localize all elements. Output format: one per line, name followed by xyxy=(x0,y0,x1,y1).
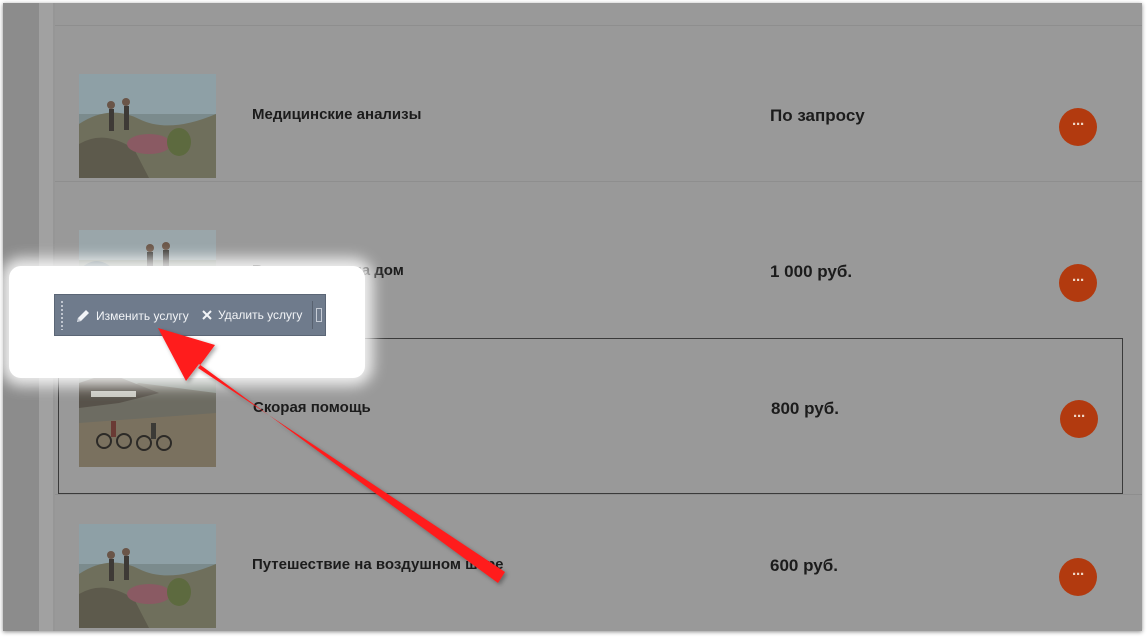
more-options-button[interactable]: ··· xyxy=(1059,558,1097,596)
list-item[interactable]: Путешествие на воздушном шаре 600 руб. ·… xyxy=(55,475,1142,631)
service-price: 600 руб. xyxy=(770,556,838,575)
service-name[interactable]: Медицинские анализы xyxy=(252,106,421,123)
toolbar-divider xyxy=(312,301,313,329)
more-options-button[interactable]: ··· xyxy=(1059,264,1097,302)
edit-toolbar: Изменить услугу Удалить услугу xyxy=(54,294,326,336)
service-name[interactable]: Путешествие на воздушном шаре xyxy=(252,556,503,573)
more-options-button[interactable]: ··· xyxy=(1059,108,1097,146)
service-price: 1 000 руб. xyxy=(770,262,853,281)
toolbar-handle-icon[interactable] xyxy=(316,308,322,322)
close-icon xyxy=(202,310,212,320)
delete-service-button[interactable]: Удалить услугу xyxy=(201,308,302,322)
edit-service-label: Изменить услугу xyxy=(96,309,189,323)
pencil-icon xyxy=(77,310,89,322)
runners-landscape-image[interactable] xyxy=(79,74,216,178)
cyclists-image[interactable] xyxy=(79,363,216,467)
drag-grip-icon[interactable] xyxy=(60,300,64,330)
runners-landscape-image[interactable] xyxy=(79,524,216,628)
service-price: По запросу xyxy=(770,106,865,125)
edit-service-button[interactable]: Изменить услугу xyxy=(75,308,189,324)
service-name[interactable]: Скорая помощь xyxy=(253,399,371,416)
delete-service-label: Удалить услугу xyxy=(218,308,303,322)
list-item[interactable]: Медицинские анализы По запросу ··· xyxy=(55,25,1142,181)
service-price: 800 руб. xyxy=(771,399,839,418)
more-options-button[interactable]: ··· xyxy=(1060,400,1098,438)
